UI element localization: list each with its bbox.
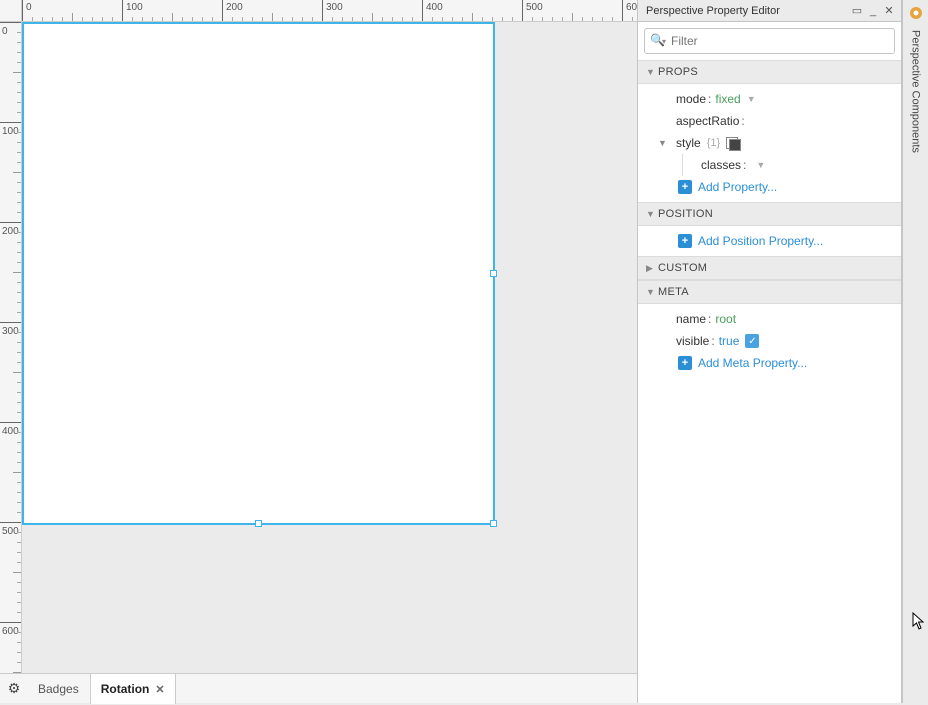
close-icon[interactable]: ✕ xyxy=(155,684,164,696)
resize-handle-bottom[interactable] xyxy=(255,520,262,527)
section-header-props[interactable]: PROPS xyxy=(638,60,901,84)
canvas-area[interactable] xyxy=(22,22,637,673)
prop-mode[interactable]: mode : fixed ▼ xyxy=(638,88,901,110)
prop-aspect-ratio[interactable]: aspectRatio : xyxy=(638,110,901,132)
artboard-selected[interactable] xyxy=(22,22,495,525)
section-header-custom[interactable]: CUSTOM xyxy=(638,256,901,280)
prop-classes[interactable]: classes : ▼ xyxy=(683,154,901,176)
plus-icon: + xyxy=(678,234,692,248)
chevron-down-icon[interactable] xyxy=(646,209,658,219)
property-editor-header: Perspective Property Editor ▭ _ ✕ xyxy=(638,0,901,22)
section-header-position[interactable]: POSITION xyxy=(638,202,901,226)
section-label: CUSTOM xyxy=(658,262,707,274)
section-body-position: + Add Position Property... xyxy=(638,226,901,256)
section-body-meta: name : root visible : true ✓ + Add Meta … xyxy=(638,304,901,378)
chevron-down-icon[interactable]: ▾ xyxy=(662,37,666,46)
view-tab[interactable]: Rotation✕ xyxy=(90,674,176,704)
section-header-meta[interactable]: META xyxy=(638,280,901,304)
add-position-property-button[interactable]: + Add Position Property... xyxy=(638,230,901,252)
plus-icon: + xyxy=(678,356,692,370)
gear-icon[interactable]: ⚙ xyxy=(0,680,28,697)
close-icon[interactable]: ✕ xyxy=(881,4,897,17)
filter-input[interactable] xyxy=(644,28,895,54)
style-swatch-icon[interactable] xyxy=(726,137,740,149)
dock-tab-components[interactable]: Perspective Components xyxy=(910,30,922,153)
minimize-icon[interactable]: ▭ xyxy=(849,4,865,17)
chevron-down-icon[interactable]: ▼ xyxy=(756,160,765,170)
property-editor-panel: Perspective Property Editor ▭ _ ✕ 🔍 ▾ PR… xyxy=(637,0,902,703)
add-property-button[interactable]: + Add Property... xyxy=(638,176,901,198)
prop-name[interactable]: name : root xyxy=(638,308,901,330)
prop-style[interactable]: ▼ style {1} xyxy=(638,132,901,154)
restore-icon[interactable]: _ xyxy=(865,5,881,17)
chevron-down-icon[interactable] xyxy=(646,287,658,297)
add-meta-property-button[interactable]: + Add Meta Property... xyxy=(638,352,901,374)
chevron-down-icon[interactable] xyxy=(646,67,658,77)
components-icon[interactable] xyxy=(905,2,927,24)
section-label: META xyxy=(658,286,689,298)
prop-visible[interactable]: visible : true ✓ xyxy=(638,330,901,352)
chevron-right-icon[interactable] xyxy=(646,263,658,274)
chevron-down-icon[interactable]: ▼ xyxy=(658,138,667,148)
ruler-corner xyxy=(0,0,22,22)
plus-icon: + xyxy=(678,180,692,194)
resize-handle-corner[interactable] xyxy=(490,520,497,527)
section-body-props: mode : fixed ▼ aspectRatio : ▼ style {1}… xyxy=(638,84,901,202)
view-tab[interactable]: Badges xyxy=(28,674,90,704)
checkbox-checked-icon[interactable]: ✓ xyxy=(745,334,759,348)
resize-handle-right[interactable] xyxy=(490,270,497,277)
right-dock: Perspective Components xyxy=(902,0,928,703)
section-label: PROPS xyxy=(658,66,698,78)
chevron-down-icon[interactable]: ▼ xyxy=(747,94,756,104)
property-editor-title: Perspective Property Editor xyxy=(646,5,849,17)
section-label: POSITION xyxy=(658,208,713,220)
ruler-vertical: 0100200300400500600 xyxy=(0,22,22,673)
